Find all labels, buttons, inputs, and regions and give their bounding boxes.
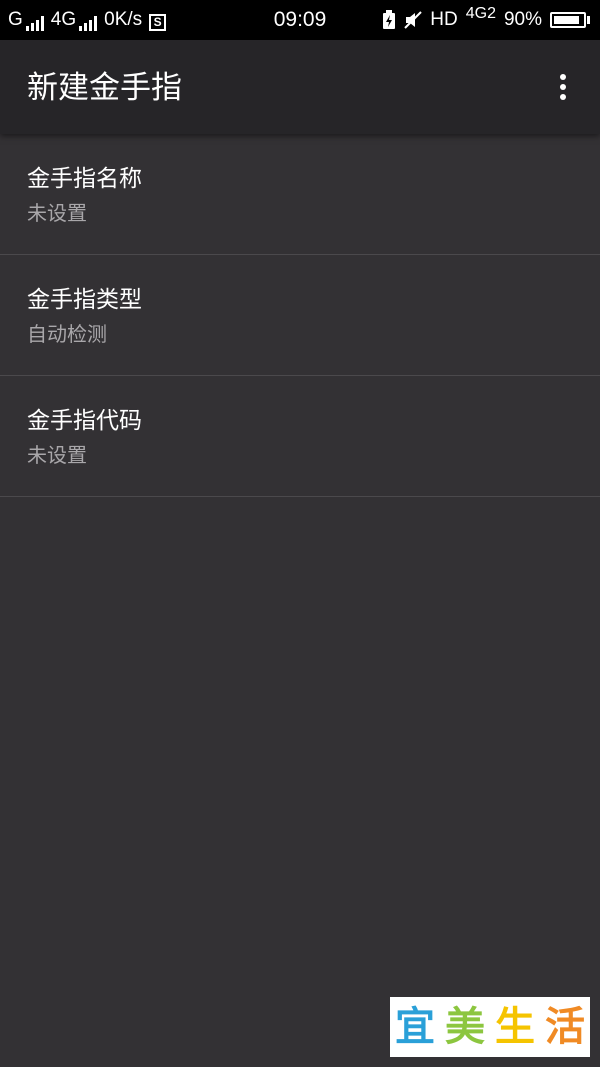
signal2-icon: [79, 16, 98, 31]
status-bar: G 4G 0K/s S 09:09 HD 4G2 90%: [0, 0, 600, 40]
list-item-cheat-code[interactable]: 金手指代码 未设置: [0, 376, 600, 497]
item-summary: 未设置: [27, 201, 87, 225]
list-item-cheat-name[interactable]: 金手指名称 未设置: [0, 134, 600, 255]
hd-label: HD: [430, 9, 458, 30]
page-title: 新建金手指: [27, 70, 182, 106]
network-sub: 2: [487, 5, 496, 22]
carrier2-label: 4G: [50, 9, 77, 30]
battery-percent: 90%: [503, 9, 542, 30]
network-type: 4G: [465, 5, 488, 22]
signal1-icon: [25, 16, 44, 31]
item-summary: 自动检测: [27, 322, 107, 346]
item-title: 金手指代码: [27, 408, 142, 434]
app-bar: 新建金手指: [0, 40, 600, 134]
watermark-char: 活: [545, 1004, 585, 1050]
watermark-char: 生: [495, 1004, 535, 1050]
carrier1-label: G: [8, 9, 23, 30]
item-title: 金手指名称: [27, 166, 142, 192]
list-item-cheat-type[interactable]: 金手指类型 自动检测: [0, 255, 600, 376]
watermark-logo: 宜 美 生 活: [390, 997, 590, 1057]
item-title: 金手指类型: [27, 287, 142, 313]
item-summary: 未设置: [27, 443, 87, 467]
status-right: HD 4G2 90%: [382, 5, 590, 32]
silent-icon: [404, 11, 422, 29]
battery-icon: [550, 12, 590, 28]
settings-list: 金手指名称 未设置 金手指类型 自动检测 金手指代码 未设置: [0, 134, 600, 497]
network-speed: 0K/s: [104, 9, 143, 30]
sim-icon: S: [149, 14, 167, 31]
watermark-char: 宜: [395, 1004, 435, 1050]
charging-icon: [383, 10, 396, 29]
watermark-char: 美: [445, 1004, 485, 1050]
status-left: G 4G 0K/s S: [8, 9, 167, 31]
overflow-menu-icon[interactable]: [546, 70, 580, 104]
